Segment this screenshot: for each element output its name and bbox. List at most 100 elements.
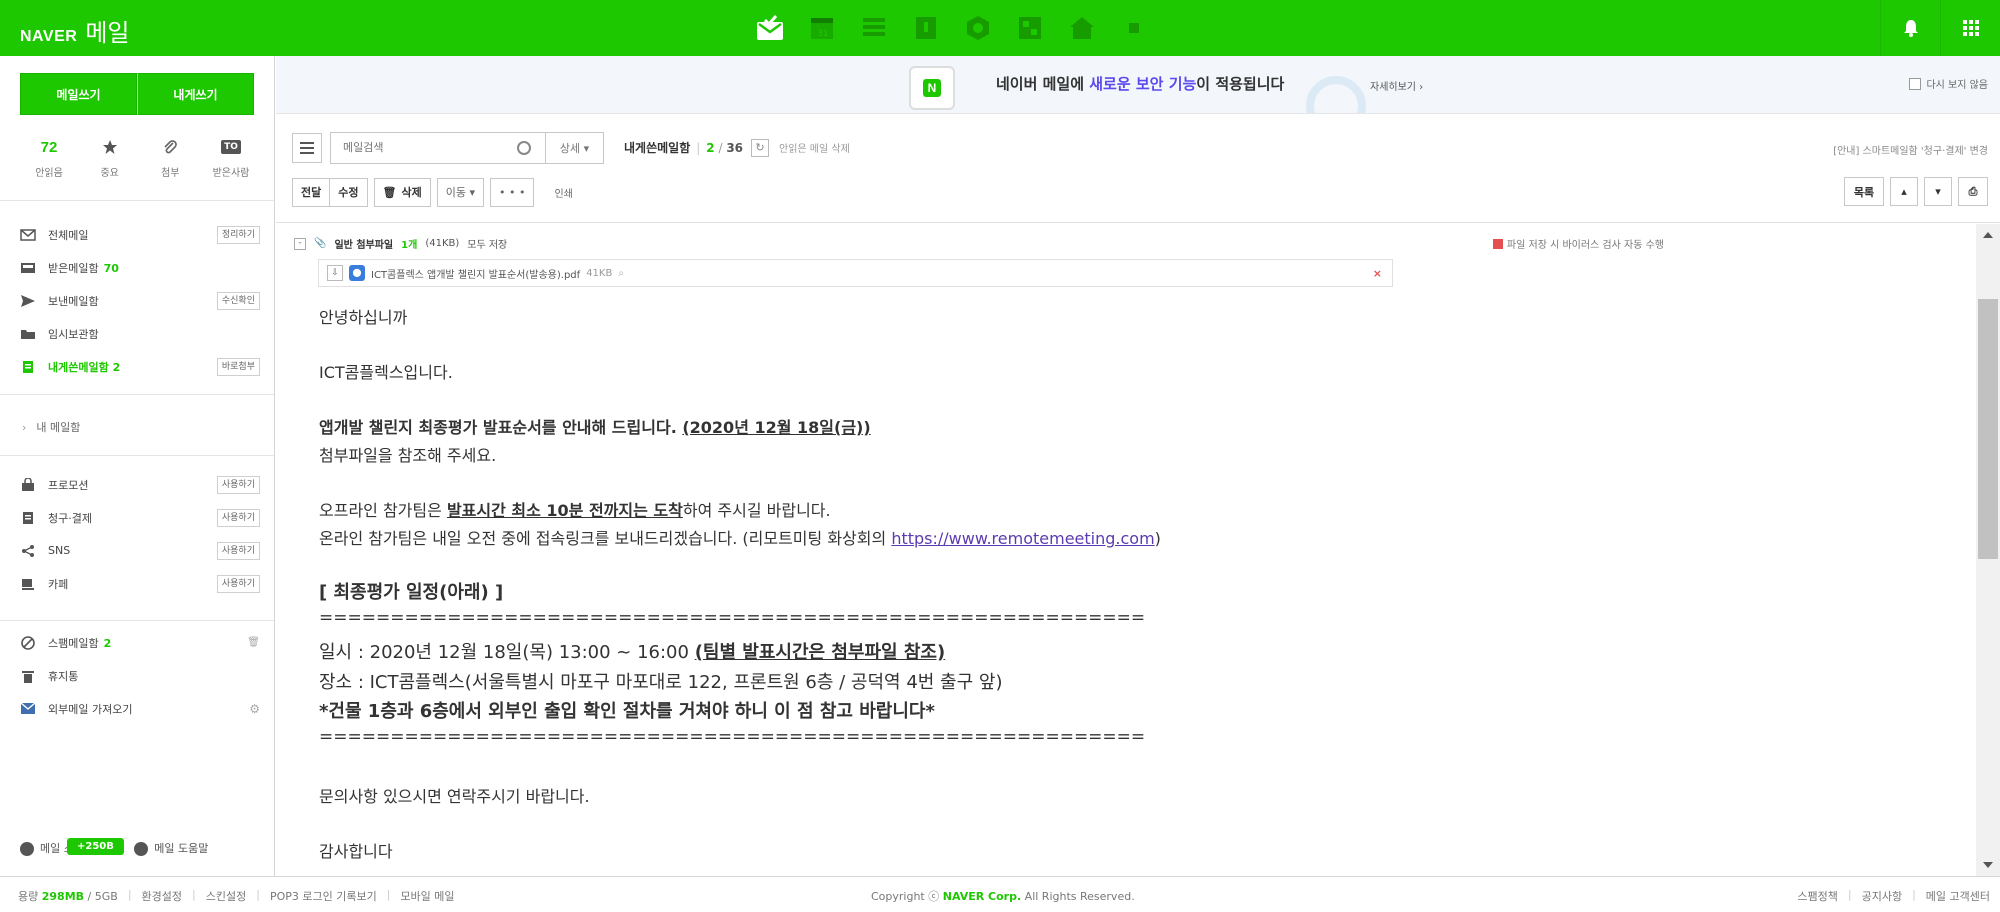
shopping-bag-icon <box>20 477 36 492</box>
delete-unread-link[interactable]: 안읽은 메일 삭제 <box>779 140 850 155</box>
folder-billing[interactable]: 청구·결제 사용하기 <box>0 501 274 534</box>
collapse-icon[interactable]: - <box>294 237 306 250</box>
chevron-right-icon: › <box>22 420 27 434</box>
divider <box>0 455 274 456</box>
skin-settings-link[interactable]: 스킨설정 <box>206 888 246 904</box>
use-button[interactable]: 사용하기 <box>216 574 260 593</box>
attachment-item[interactable]: ⇩ ⬤ ICT콤플렉스 앱개발 챌린지 발표순서(발송용).pdf 41KB ⌕… <box>318 259 1393 287</box>
next-mail-button[interactable]: ▾ <box>1924 177 1952 206</box>
body-online-note: 온라인 참가팀은 내일 오전 중에 접속링크를 보내드리겠습니다. (리모트미팅… <box>319 529 1161 548</box>
folder-trash[interactable]: 휴지통 <box>0 659 274 692</box>
scroll-down-icon[interactable] <box>1983 862 1993 868</box>
quick-label: 안읽음 <box>35 168 63 179</box>
quick-label: 중요 <box>100 168 119 179</box>
settings-link[interactable]: 환경설정 <box>142 888 182 904</box>
write-mail-button[interactable]: 메일쓰기 <box>20 73 137 115</box>
notice-link[interactable]: [안내] 스마트메일함 '청구·결제' 변경 <box>1833 142 1988 157</box>
read-receipt-button[interactable]: 수신확인 <box>216 291 260 310</box>
use-button[interactable]: 사용하기 <box>216 475 260 494</box>
mail-icon[interactable] <box>752 10 788 46</box>
send-icon <box>20 294 36 308</box>
dont-show-again[interactable]: 다시 보지 않음 <box>1909 76 1988 91</box>
mobile-mail-link[interactable]: 모바일 메일 <box>400 888 454 904</box>
trash-small-icon[interactable]: 🗑 <box>247 637 260 648</box>
organize-button[interactable]: 정리하기 <box>216 225 260 244</box>
remotemeeting-link[interactable]: https://www.remotemeeting.com <box>891 529 1154 548</box>
gear-icon[interactable]: ⚙ <box>249 702 260 716</box>
security-banner[interactable]: N 네이버 메일에 새로운 보안 기능이 적용됩니다 자세히보기 › 다시 보지… <box>276 56 2000 114</box>
more-icon[interactable] <box>1116 10 1152 46</box>
print-link[interactable]: 인쇄 <box>554 185 572 200</box>
virus-note: 파일 저장 시 바이러스 검사 자동 수행 <box>1492 236 1664 251</box>
dont-show-checkbox[interactable] <box>1909 77 1922 90</box>
more-actions-button[interactable]: • • • <box>489 177 535 207</box>
close-icon[interactable]: × <box>1373 267 1382 280</box>
folder-to-me[interactable]: 내게쓴메일함 2 바로첨부 <box>0 350 274 383</box>
edit-button[interactable]: 수정 <box>329 177 368 207</box>
list-button[interactable]: 목록 <box>1844 177 1884 206</box>
help-center-link[interactable]: 메일 고객센터 <box>1926 888 1990 904</box>
decorative-circle <box>1306 76 1366 113</box>
folder-drafts[interactable]: 임시보관함 <box>0 317 274 350</box>
office-icon[interactable] <box>1012 10 1048 46</box>
use-button[interactable]: 사용하기 <box>216 508 260 527</box>
my-folders-toggle[interactable]: › 내 메일함 <box>0 412 274 442</box>
preview-icon[interactable]: ⌕ <box>618 268 624 279</box>
unread-count: 72 <box>40 138 58 156</box>
brand-name: NAVER <box>20 28 78 45</box>
body-intro: ICT콤플렉스입니다. <box>319 363 453 382</box>
contacts-icon[interactable] <box>856 10 892 46</box>
memo-icon[interactable] <box>908 10 944 46</box>
banner-text: 네이버 메일에 새로운 보안 기능이 적용됩니다 <box>996 75 1285 93</box>
folder-sns[interactable]: SNS 사용하기 <box>0 534 274 567</box>
pop3-log-link[interactable]: POP3 로그인 기록보기 <box>270 888 377 904</box>
bell-icon[interactable] <box>1880 0 1940 56</box>
calendar-icon[interactable]: 31 <box>804 10 840 46</box>
forward-button[interactable]: 전달 <box>292 177 331 207</box>
attachment-filename[interactable]: ICT콤플렉스 앱개발 챌린지 발표순서(발송용).pdf <box>371 266 580 281</box>
folder-name: 외부메일 가져오기 <box>48 702 133 716</box>
quick-attach-button[interactable]: 바로첨부 <box>216 357 260 376</box>
share-icon <box>20 544 36 558</box>
search-input[interactable] <box>331 133 511 162</box>
quick-recipient[interactable]: TO 받은사람 <box>202 134 260 179</box>
write-to-me-button[interactable]: 내게쓰기 <box>137 73 254 115</box>
move-button[interactable]: 이동 ▾ <box>436 177 484 207</box>
quick-important[interactable]: 중요 <box>81 134 139 179</box>
banner-more-link[interactable]: 자세히보기 › <box>1370 78 1423 93</box>
folder-all-mail[interactable]: 전체메일 정리하기 <box>0 218 274 251</box>
naver-mail-logo[interactable]: NAVER 메일 <box>20 13 130 48</box>
use-button[interactable]: 사용하기 <box>216 541 260 560</box>
quick-unread[interactable]: 72 안읽음 <box>20 134 78 180</box>
capacity-info: 용량 298MB / 5GB <box>18 890 118 903</box>
detail-search-button[interactable]: 상세 ▾ <box>546 131 604 164</box>
download-icon[interactable]: ⇩ <box>327 265 343 281</box>
search-icon[interactable] <box>517 140 531 155</box>
folder-promotion[interactable]: 프로모션 사용하기 <box>0 468 274 501</box>
quick-attachment[interactable]: 첨부 <box>141 134 199 179</box>
folder-sent[interactable]: 보낸메일함 수신확인 <box>0 284 274 317</box>
menu-icon[interactable] <box>292 132 322 163</box>
myhome-icon[interactable] <box>1064 10 1100 46</box>
delete-button[interactable]: 🗑 삭제 <box>373 177 431 207</box>
print-icon[interactable]: ⎙ <box>1958 177 1988 206</box>
save-all-link[interactable]: 모두 저장 <box>467 236 507 251</box>
prev-mail-button[interactable]: ▴ <box>1890 177 1918 206</box>
app-title: 메일 <box>85 19 130 47</box>
folder-inbox[interactable]: 받은메일함 70 <box>0 251 274 284</box>
folder-title-text: 내게쓴메일함 <box>624 141 691 155</box>
folder-cafe[interactable]: 카페 사용하기 <box>0 567 274 600</box>
folder-name: 휴지통 <box>48 669 79 683</box>
folder-spam[interactable]: 스팸메일함 2 🗑 <box>0 626 274 659</box>
scroll-up-icon[interactable] <box>1983 232 1993 238</box>
vertical-scrollbar[interactable] <box>1976 224 2000 876</box>
scroll-thumb[interactable] <box>1978 299 1998 559</box>
mail-help-link[interactable]: 메일 도움말 <box>134 840 208 856</box>
notice-link[interactable]: 공지사항 <box>1862 888 1902 904</box>
apps-grid-icon[interactable] <box>1940 0 2000 56</box>
folder-external-mail[interactable]: 외부메일 가져오기 ⚙ <box>0 692 274 725</box>
spam-policy-link[interactable]: 스팸정책 <box>1797 888 1837 904</box>
to-icon: TO <box>202 134 260 160</box>
refresh-icon[interactable]: ↻ <box>751 138 770 157</box>
drive-icon[interactable] <box>960 10 996 46</box>
